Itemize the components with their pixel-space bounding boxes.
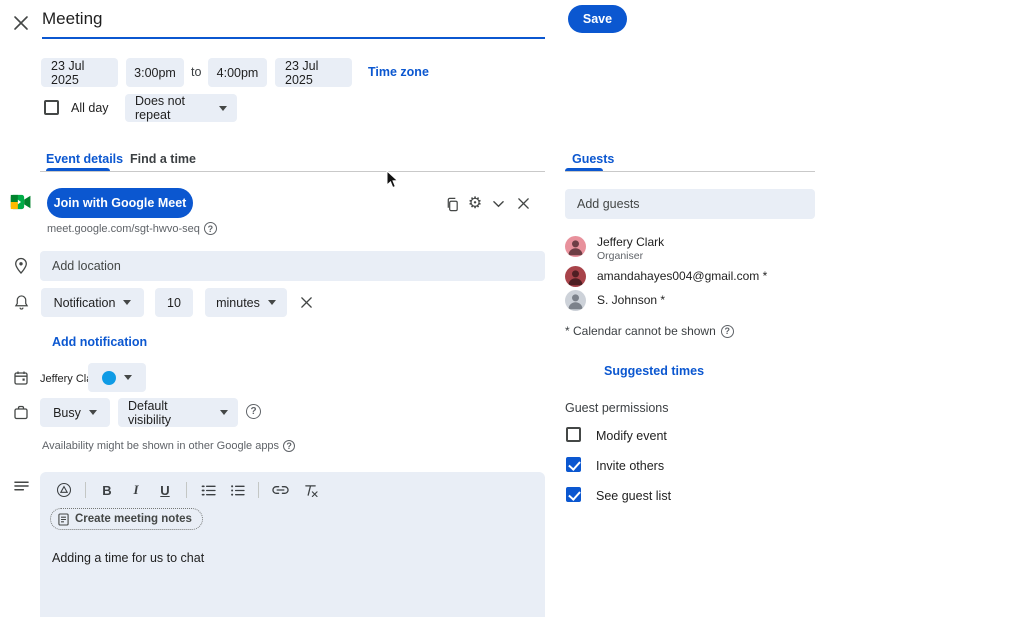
see-guest-list-checkbox[interactable] bbox=[566, 487, 581, 502]
create-meeting-notes-label: Create meeting notes bbox=[75, 513, 192, 525]
meet-link-text[interactable]: meet.google.com/sgt-hwvo-seq bbox=[47, 223, 200, 235]
notification-unit-value: minutes bbox=[216, 296, 260, 310]
suggested-times-link[interactable]: Suggested times bbox=[604, 364, 704, 378]
guest-role: Organiser bbox=[597, 250, 643, 262]
visibility-value: Default visibility bbox=[128, 399, 212, 427]
timezone-link[interactable]: Time zone bbox=[368, 65, 429, 79]
meet-chevron-down-icon[interactable] bbox=[491, 197, 505, 211]
recurrence-dropdown[interactable]: Does not repeat bbox=[125, 94, 237, 122]
guest-avatar bbox=[565, 290, 586, 311]
location-placeholder: Add location bbox=[52, 259, 121, 273]
invite-others-label: Invite others bbox=[596, 459, 664, 473]
guest-avatar bbox=[565, 236, 586, 257]
remove-meet-icon[interactable] bbox=[515, 195, 531, 211]
busy-status-dropdown[interactable]: Busy bbox=[40, 398, 110, 427]
chevron-down-icon bbox=[124, 375, 132, 380]
meet-help-icon[interactable]: ? bbox=[204, 222, 217, 235]
recurrence-value: Does not repeat bbox=[135, 94, 211, 122]
mouse-cursor bbox=[386, 170, 399, 194]
modify-event-checkbox[interactable] bbox=[566, 427, 581, 442]
all-day-label: All day bbox=[71, 101, 109, 115]
calendar-note: * Calendar cannot be shown bbox=[565, 324, 716, 338]
numbered-list-icon[interactable] bbox=[200, 484, 216, 497]
chevron-down-icon bbox=[123, 300, 131, 305]
docs-icon bbox=[58, 513, 69, 526]
create-meeting-notes-button[interactable]: Create meeting notes bbox=[50, 508, 203, 530]
availability-note: Availability might be shown in other Goo… bbox=[42, 440, 279, 452]
chevron-down-icon bbox=[268, 300, 276, 305]
description-toolbar: B I U bbox=[56, 481, 318, 499]
availability-note-row: Availability might be shown in other Goo… bbox=[42, 440, 295, 452]
busy-status-value: Busy bbox=[53, 406, 81, 420]
chevron-down-icon bbox=[89, 410, 97, 415]
copy-meet-link-icon[interactable] bbox=[443, 195, 461, 213]
start-time-chip[interactable]: 3:00pm bbox=[126, 58, 184, 87]
remove-notification-icon[interactable] bbox=[298, 294, 314, 310]
event-color-swatch bbox=[102, 371, 116, 385]
underline-icon[interactable]: U bbox=[157, 483, 173, 498]
description-icon bbox=[11, 478, 31, 494]
add-notification-link[interactable]: Add notification bbox=[52, 335, 147, 349]
bulleted-list-icon[interactable] bbox=[229, 484, 245, 497]
location-pin-icon bbox=[11, 256, 31, 276]
briefcase-icon bbox=[11, 402, 31, 422]
add-guests-input[interactable]: Add guests bbox=[565, 189, 815, 219]
tabs-divider-left bbox=[40, 171, 545, 172]
availability-help-icon[interactable]: ? bbox=[283, 440, 295, 452]
visibility-help-icon[interactable]: ? bbox=[246, 404, 261, 419]
all-day-checkbox[interactable] bbox=[44, 100, 59, 115]
attach-drive-icon[interactable] bbox=[56, 482, 72, 498]
meet-settings-gear-icon[interactable]: ⚙ bbox=[466, 194, 484, 212]
guest-name[interactable]: Jeffery Clark bbox=[597, 235, 664, 249]
guest-permissions-title: Guest permissions bbox=[565, 401, 669, 415]
description-text[interactable]: Adding a time for us to chat bbox=[52, 551, 204, 565]
notification-value-input[interactable]: 10 bbox=[155, 288, 193, 317]
start-date-chip[interactable]: 23 Jul 2025 bbox=[41, 58, 118, 87]
visibility-dropdown[interactable]: Default visibility bbox=[118, 398, 238, 427]
invite-others-checkbox[interactable] bbox=[566, 457, 581, 472]
close-icon[interactable] bbox=[11, 13, 31, 33]
location-input[interactable]: Add location bbox=[40, 251, 545, 281]
bold-icon[interactable]: B bbox=[99, 483, 115, 498]
title-underline bbox=[42, 37, 545, 39]
calendar-note-row: * Calendar cannot be shown ? bbox=[565, 324, 734, 338]
google-meet-icon bbox=[9, 192, 33, 212]
notification-type-value: Notification bbox=[54, 296, 116, 310]
guest-avatar bbox=[565, 266, 586, 287]
tab-guests[interactable]: Guests bbox=[572, 152, 614, 166]
tabs-divider-right bbox=[565, 171, 815, 172]
guest-name[interactable]: S. Johnson * bbox=[597, 293, 665, 307]
notification-type-dropdown[interactable]: Notification bbox=[41, 288, 144, 317]
tab-event-details[interactable]: Event details bbox=[46, 152, 123, 166]
notification-bell-icon bbox=[11, 292, 31, 312]
event-color-dropdown[interactable] bbox=[88, 363, 146, 392]
modify-event-label: Modify event bbox=[596, 429, 667, 443]
calendar-icon bbox=[11, 368, 31, 388]
chevron-down-icon bbox=[220, 410, 228, 415]
event-edit-page: Meeting Save 23 Jul 2025 3:00pm to 4:00p… bbox=[0, 0, 1010, 617]
tab-find-a-time[interactable]: Find a time bbox=[130, 152, 196, 166]
join-meet-button[interactable]: Join with Google Meet bbox=[47, 188, 193, 218]
event-title-input[interactable]: Meeting bbox=[42, 9, 102, 29]
toolbar-divider bbox=[85, 482, 86, 498]
end-time-chip[interactable]: 4:00pm bbox=[208, 58, 267, 87]
chevron-down-icon bbox=[219, 106, 227, 111]
to-label: to bbox=[191, 65, 201, 79]
clear-formatting-icon[interactable] bbox=[302, 484, 318, 497]
notification-unit-dropdown[interactable]: minutes bbox=[205, 288, 287, 317]
calendar-note-help-icon[interactable]: ? bbox=[721, 325, 734, 338]
add-guests-placeholder: Add guests bbox=[577, 197, 640, 211]
meet-link-row: meet.google.com/sgt-hwvo-seq ? bbox=[47, 222, 217, 235]
toolbar-divider bbox=[186, 482, 187, 498]
insert-link-icon[interactable] bbox=[272, 485, 289, 495]
see-guest-list-label: See guest list bbox=[596, 489, 671, 503]
save-button[interactable]: Save bbox=[568, 5, 627, 33]
end-date-chip[interactable]: 23 Jul 2025 bbox=[275, 58, 352, 87]
guest-name[interactable]: amandahayes004@gmail.com * bbox=[597, 269, 767, 283]
toolbar-divider bbox=[258, 482, 259, 498]
italic-icon[interactable]: I bbox=[128, 482, 144, 498]
